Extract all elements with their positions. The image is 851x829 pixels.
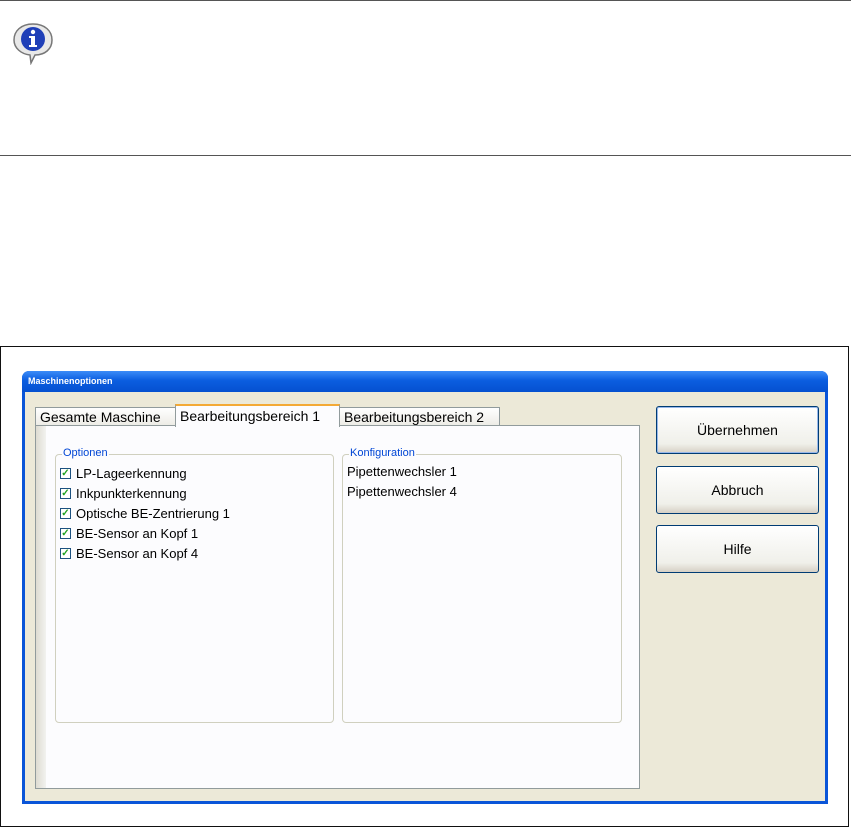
window-title: Maschinenoptionen — [28, 376, 113, 386]
configuration-legend: Konfiguration — [349, 447, 416, 459]
option-lp-lageerkennung[interactable]: ✓ LP-Lageerkennung — [60, 465, 187, 481]
configuration-group: Konfiguration Pipettenwechsler 1 Pipette… — [342, 447, 622, 723]
options-group: Optionen ✓ LP-Lageerkennung ✓ Inkpunkter… — [55, 447, 334, 723]
panel-edge — [36, 426, 46, 788]
option-label: BE-Sensor an Kopf 4 — [76, 545, 199, 561]
top-rule — [0, 0, 851, 1]
help-button[interactable]: Hilfe — [656, 525, 819, 573]
cancel-button[interactable]: Abbruch — [656, 466, 819, 514]
title-bar[interactable]: Maschinenoptionen — [22, 371, 828, 392]
option-optische-be-zentrierung-1[interactable]: ✓ Optische BE-Zentrierung 1 — [60, 505, 230, 521]
option-be-sensor-kopf-1[interactable]: ✓ BE-Sensor an Kopf 1 — [60, 525, 198, 541]
tab-bearbeitungsbereich-2[interactable]: Bearbeitungsbereich 2 — [339, 407, 500, 426]
option-label: Inkpunkterkennung — [76, 485, 187, 501]
tab-panel: Optionen ✓ LP-Lageerkennung ✓ Inkpunkter… — [35, 425, 640, 789]
checkbox-optische-be-zentrierung-1[interactable]: ✓ — [60, 507, 71, 519]
checkbox-inkpunkterkennung[interactable]: ✓ — [60, 487, 71, 499]
option-label: BE-Sensor an Kopf 1 — [76, 525, 199, 541]
option-inkpunkterkennung[interactable]: ✓ Inkpunkterkennung — [60, 485, 187, 501]
checkbox-be-sensor-kopf-1[interactable]: ✓ — [60, 527, 71, 539]
config-item: Pipettenwechsler 4 — [347, 484, 457, 499]
option-label: Optische BE-Zentrierung 1 — [76, 505, 230, 521]
info-icon — [13, 23, 53, 65]
options-legend: Optionen — [62, 447, 109, 459]
tab-gesamte-maschine[interactable]: Gesamte Maschine — [35, 407, 176, 426]
option-label: LP-Lageerkennung — [76, 465, 187, 481]
checkbox-be-sensor-kopf-4[interactable]: ✓ — [60, 547, 71, 559]
apply-button[interactable]: Übernehmen — [656, 406, 819, 454]
config-item: Pipettenwechsler 1 — [347, 464, 457, 479]
checkbox-lp-lageerkennung[interactable]: ✓ — [60, 467, 71, 479]
tab-bearbeitungsbereich-1[interactable]: Bearbeitungsbereich 1 — [175, 404, 340, 427]
dialog-client-area: Gesamte Maschine Bearbeitungsbereich 1 B… — [25, 392, 825, 801]
bottom-rule — [0, 155, 851, 156]
option-be-sensor-kopf-4[interactable]: ✓ BE-Sensor an Kopf 4 — [60, 545, 198, 561]
dialog-window: Maschinenoptionen Gesamte Maschine Bearb… — [22, 371, 828, 804]
